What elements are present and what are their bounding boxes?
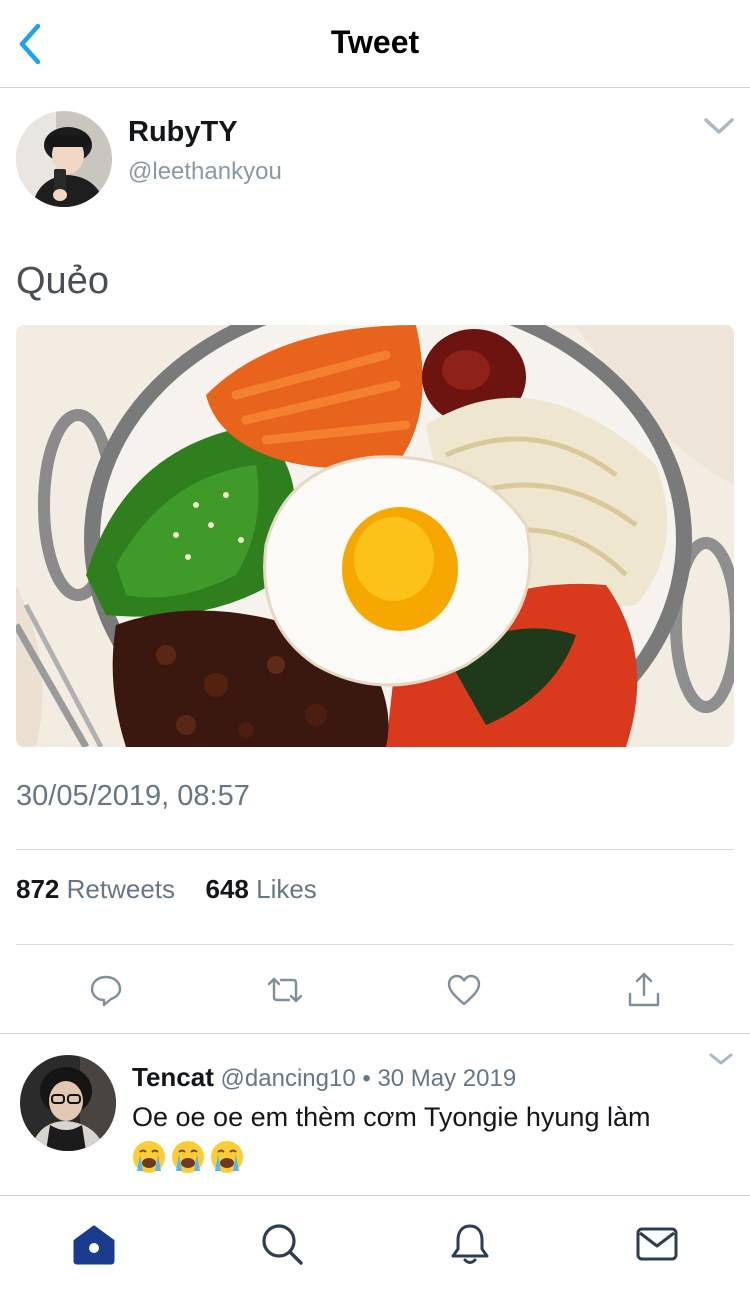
crying-face-icon	[133, 1140, 165, 1173]
divider	[0, 1033, 750, 1034]
tweet-timestamp: 30/05/2019, 08:57	[16, 780, 250, 812]
likes-stat[interactable]: 648 Likes	[205, 874, 316, 904]
tweet-image[interactable]	[16, 325, 734, 747]
retweets-count: 872	[16, 874, 60, 904]
author-name[interactable]: RubyTY	[128, 116, 238, 149]
tweet-stats: 872 Retweets 648 Likes	[16, 874, 317, 905]
tweet-actions	[0, 966, 750, 1014]
tab-messages[interactable]	[633, 1220, 681, 1268]
retweet-icon	[267, 977, 303, 1003]
divider	[16, 849, 734, 850]
mail-icon	[636, 1227, 678, 1261]
bottom-tab-bar	[0, 1196, 750, 1292]
reply-menu-button[interactable]	[708, 1050, 734, 1068]
chevron-down-icon	[709, 1053, 733, 1065]
reply-text: Oe oe oe em thèm cơm Tyongie hyung làm	[132, 1098, 732, 1174]
tweet-text: Quẻo	[16, 260, 109, 302]
retweets-stat[interactable]: 872 Retweets	[16, 874, 182, 904]
retweet-button[interactable]	[261, 966, 309, 1014]
share-button[interactable]	[620, 966, 668, 1014]
reply-button[interactable]	[82, 966, 130, 1014]
heart-icon	[447, 974, 481, 1006]
reply-author-name[interactable]: Tencat	[132, 1062, 214, 1092]
tab-home[interactable]	[70, 1220, 118, 1268]
share-icon	[628, 972, 660, 1007]
reply-author-handle[interactable]: @dancing10	[221, 1065, 356, 1092]
divider	[16, 944, 734, 945]
chevron-down-icon	[704, 118, 734, 134]
like-button[interactable]	[440, 966, 488, 1014]
likes-label: Likes	[256, 874, 317, 904]
reply-icon	[90, 975, 122, 1007]
reply-text-content: Oe oe oe em thèm cơm Tyongie hyung làm	[132, 1102, 651, 1132]
page-title: Tweet	[330, 24, 420, 60]
navigation-bar: Tweet	[0, 0, 750, 88]
reply-emojis	[132, 1136, 732, 1174]
author-handle[interactable]: @leethankyou	[128, 158, 282, 186]
likes-count: 648	[205, 874, 249, 904]
retweets-label: Retweets	[66, 874, 176, 904]
tab-notifications[interactable]	[446, 1220, 494, 1268]
bell-icon	[451, 1224, 489, 1264]
crying-face-icon	[211, 1140, 243, 1173]
search-icon	[262, 1224, 303, 1265]
tab-search[interactable]	[258, 1220, 306, 1268]
reply-header: Tencat @dancing10 • 30 May 2019	[132, 1062, 516, 1093]
reply-avatar[interactable]	[20, 1055, 116, 1151]
author-avatar[interactable]	[16, 111, 112, 207]
home-icon	[73, 1225, 115, 1265]
crying-face-icon	[172, 1140, 204, 1173]
reply-date: 30 May 2019	[377, 1065, 517, 1092]
reply-separator: •	[362, 1065, 371, 1092]
tweet-menu-button[interactable]	[702, 114, 736, 138]
